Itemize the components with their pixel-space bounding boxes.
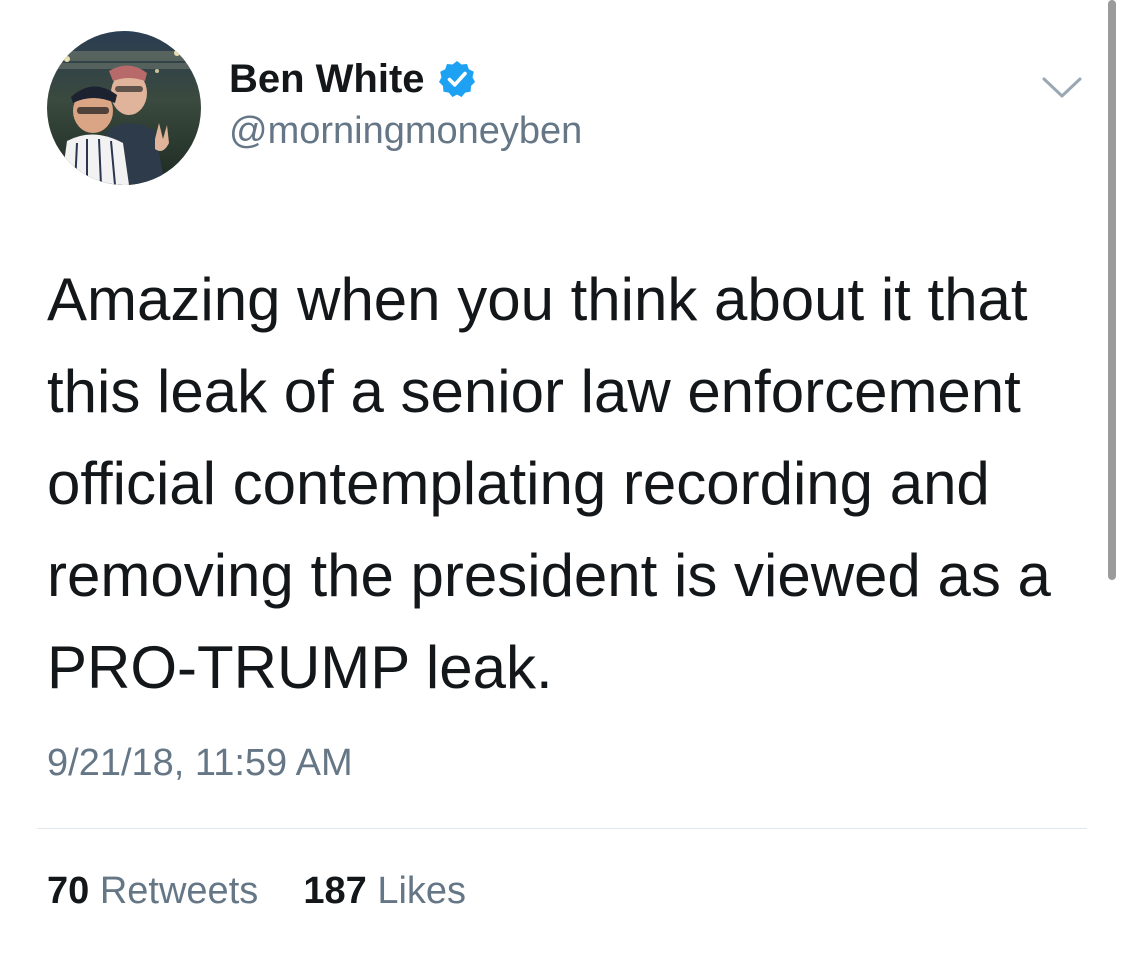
profile-photo-icon (47, 31, 201, 185)
avatar[interactable] (47, 31, 201, 185)
tweet-text-line: this leak of a senior law enforcement (47, 358, 1021, 425)
likes-count: 187 (303, 870, 367, 912)
tweet-text: Amazing when you think about it that thi… (47, 254, 1087, 714)
verified-badge-icon (438, 61, 475, 97)
retweets-stat[interactable]: 70 Retweets (47, 870, 269, 912)
chevron-down-icon[interactable] (1040, 72, 1084, 102)
scrollbar[interactable] (1108, 0, 1116, 580)
engagement-stats: 70 Retweets 187 Likes (47, 870, 466, 913)
author-name-row[interactable]: Ben White (229, 54, 477, 104)
tweet-text-line: removing the president is viewed as a (47, 542, 1051, 609)
author-handle[interactable]: @morningmoneyben (229, 110, 582, 153)
retweets-count: 70 (47, 870, 90, 912)
likes-stat[interactable]: 187 Likes (293, 870, 466, 912)
tweet-timestamp: 9/21/18, 11:59 AM (47, 742, 353, 784)
divider (37, 828, 1087, 829)
likes-label: Likes (377, 870, 467, 912)
tweet-text-line: PRO-TRUMP leak. (47, 634, 553, 701)
tweet-text-line: Amazing when you think about it that (47, 266, 1028, 333)
tweet-text-line: official contemplating recording and (47, 450, 990, 517)
retweets-label: Retweets (99, 870, 259, 912)
display-name[interactable]: Ben White (229, 57, 425, 102)
